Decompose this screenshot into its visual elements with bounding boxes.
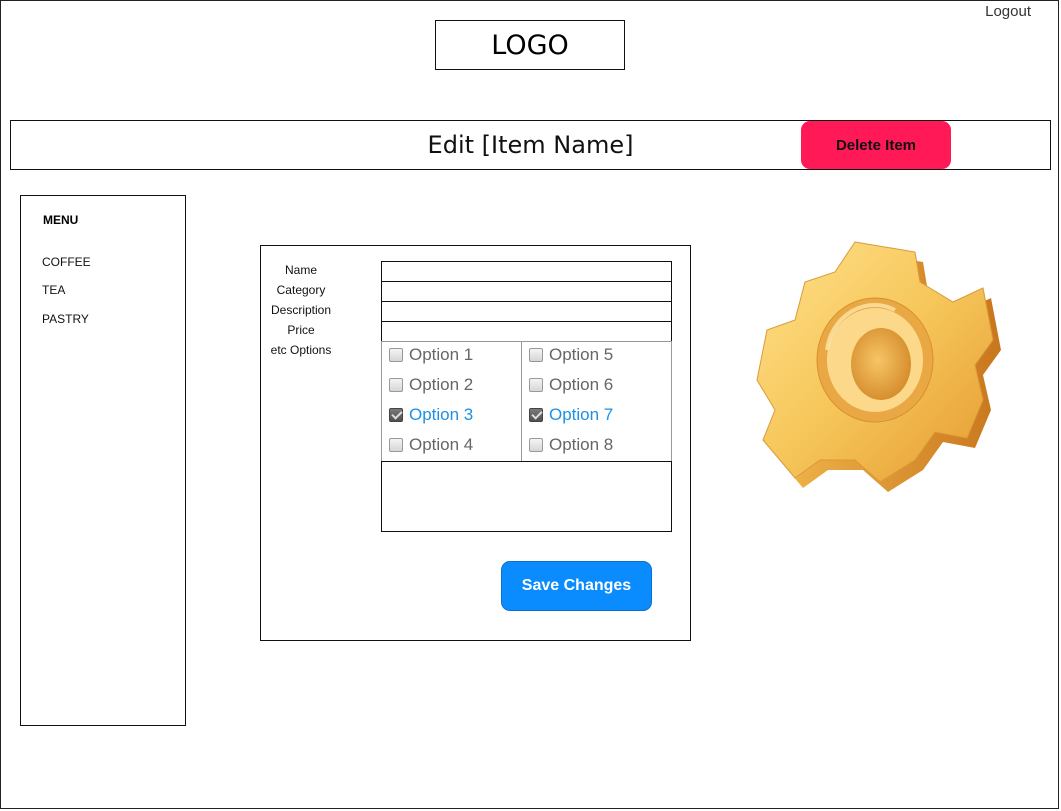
checkbox-icon [389,378,403,392]
checkbox-icon [529,378,543,392]
save-changes-button[interactable]: Save Changes [501,561,652,611]
option-label: Option 3 [409,405,474,424]
option-2-checkbox[interactable]: Option 2 [389,375,473,395]
checkbox-icon [529,438,543,452]
option-1-checkbox[interactable]: Option 1 [389,345,473,365]
option-8-checkbox[interactable]: Option 8 [529,435,613,455]
sidebar-title: MENU [43,213,79,227]
edit-item-form: Name Category Description Price etc Opti… [260,245,691,641]
option-3-checkbox[interactable]: Option 3 [389,405,473,425]
delete-item-button[interactable]: Delete Item [801,121,951,169]
checkbox-icon [389,408,403,422]
sidebar-item-pastry[interactable]: PASTRY [42,312,89,326]
option-label: Option 4 [409,435,474,454]
option-label: Option 5 [549,345,614,364]
option-7-checkbox[interactable]: Option 7 [529,405,613,425]
logout-link[interactable]: Logout [985,3,1031,20]
options-grid: Option 1 Option 2 Option 3 Option 4 Opti… [381,341,672,462]
option-4-checkbox[interactable]: Option 4 [389,435,473,455]
name-label: Name [284,263,317,277]
sidebar-menu: MENU COFFEE TEA PASTRY [20,195,186,726]
option-5-checkbox[interactable]: Option 5 [529,345,613,365]
options-divider [521,342,522,461]
checkbox-icon [389,348,403,362]
logo: LOGO [435,20,625,70]
page-header-bar: Edit [Item Name] Delete Item [10,120,1051,170]
price-input[interactable] [381,321,672,342]
sidebar-item-coffee[interactable]: COFFEE [42,255,91,269]
category-input[interactable] [381,281,672,302]
option-label: Option 2 [409,375,474,394]
price-label: Price [287,323,315,337]
option-label: Option 6 [549,375,614,394]
notes-textarea[interactable] [381,461,672,532]
checkbox-icon [529,348,543,362]
description-input[interactable] [381,301,672,322]
option-label: Option 1 [409,345,474,364]
option-label: Option 8 [549,435,614,454]
name-input[interactable] [381,261,672,282]
option-label: Option 7 [549,405,614,424]
sidebar-item-tea[interactable]: TEA [42,283,65,297]
checkbox-icon [389,438,403,452]
category-label: Category [276,283,326,297]
checkbox-icon [529,408,543,422]
gear-icon [756,241,1001,492]
description-label: Description [270,303,332,317]
option-6-checkbox[interactable]: Option 6 [529,375,613,395]
options-label: etc Options [270,343,332,357]
